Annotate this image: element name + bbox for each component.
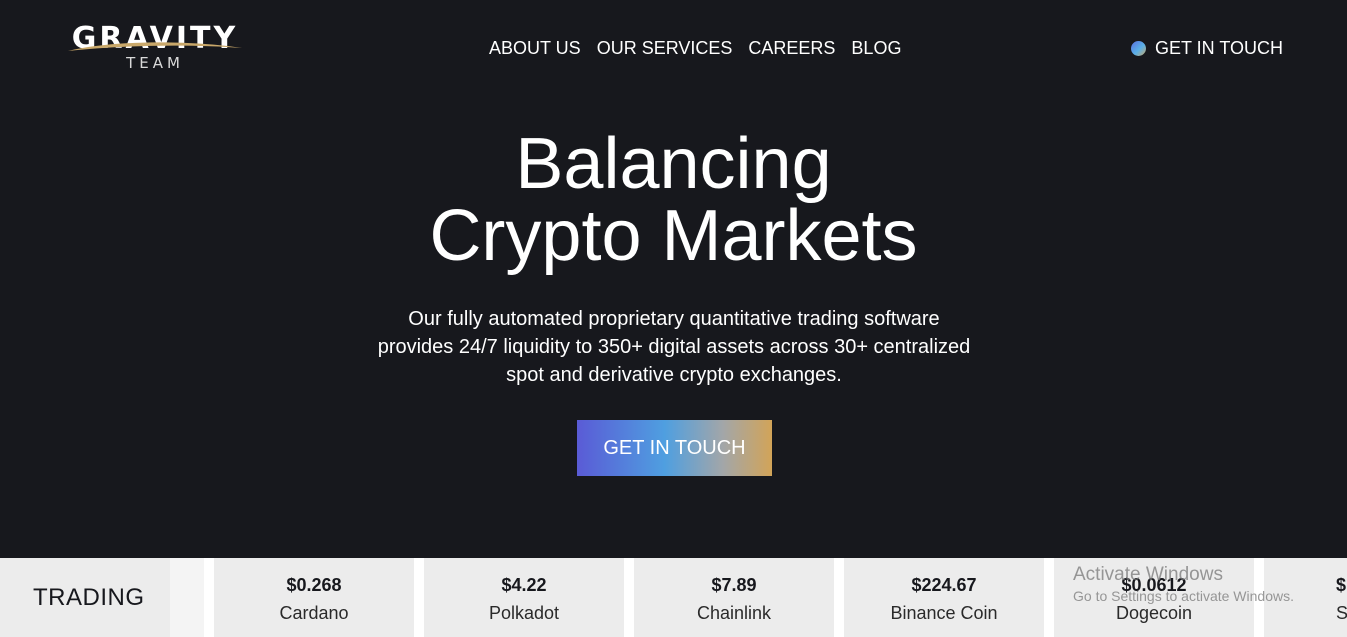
logo-subtitle: TEAM [126,54,184,72]
ticker-price: $224.67 [911,575,977,595]
ticker-price: $ [1336,575,1347,595]
ticker-asset-name: S [1336,603,1347,623]
gradient-dot-icon [1131,40,1146,56]
ticker-asset-name: Polkadot [488,603,560,623]
ticker-item-dogecoin[interactable]: $0.0612 Dogecoin [1054,558,1254,637]
hero-get-in-touch-button[interactable]: GET IN TOUCH [577,420,772,476]
main-nav: ABOUT US OUR SERVICES CAREERS BLOG [489,37,901,59]
nav-careers[interactable]: CAREERS [748,37,835,59]
ticker-asset-name: Binance Coin [890,603,998,623]
ticker-divider [170,558,204,637]
ticker-item-polkadot[interactable]: $4.22 Polkadot [424,558,624,637]
hero-subtitle: Our fully automated proprietary quantita… [377,308,971,386]
ticker-price: $7.89 [711,575,757,595]
ticker-label: TRADING [0,558,170,637]
header-get-in-touch-link[interactable]: GET IN TOUCH [1131,37,1283,59]
ticker-price: $0.0612 [1121,575,1187,595]
ticker-item-cardano[interactable]: $0.268 Cardano [214,558,414,637]
ticker-price: $0.268 [286,575,342,595]
trading-ticker: TRADING $0.268 Cardano $4.22 Polkadot $7… [0,558,1347,637]
ticker-asset-name: Chainlink [696,603,772,623]
nav-about-us[interactable]: ABOUT US [489,37,581,59]
ticker-item-chainlink[interactable]: $7.89 Chainlink [634,558,834,637]
hero-title-line-2: Crypto Markets [429,196,918,276]
hero-title: Balancing Crypto Markets [0,128,1347,272]
nav-blog[interactable]: BLOG [851,37,901,59]
ticker-asset-name: Cardano [279,603,349,623]
ticker-asset-name: Dogecoin [1115,603,1193,623]
ticker-price: $4.22 [501,575,547,595]
page: GRAVITY TEAM ABOUT US OUR SERVICES CAREE… [0,0,1347,637]
hero-title-line-1: Balancing [515,124,832,204]
logo[interactable]: GRAVITY TEAM [62,22,248,74]
header-cta-label: GET IN TOUCH [1155,38,1284,58]
ticker-item-binance-coin[interactable]: $224.67 Binance Coin [844,558,1044,637]
nav-our-services[interactable]: OUR SERVICES [597,37,733,59]
ticker-item-partial[interactable]: $ S [1264,558,1347,637]
